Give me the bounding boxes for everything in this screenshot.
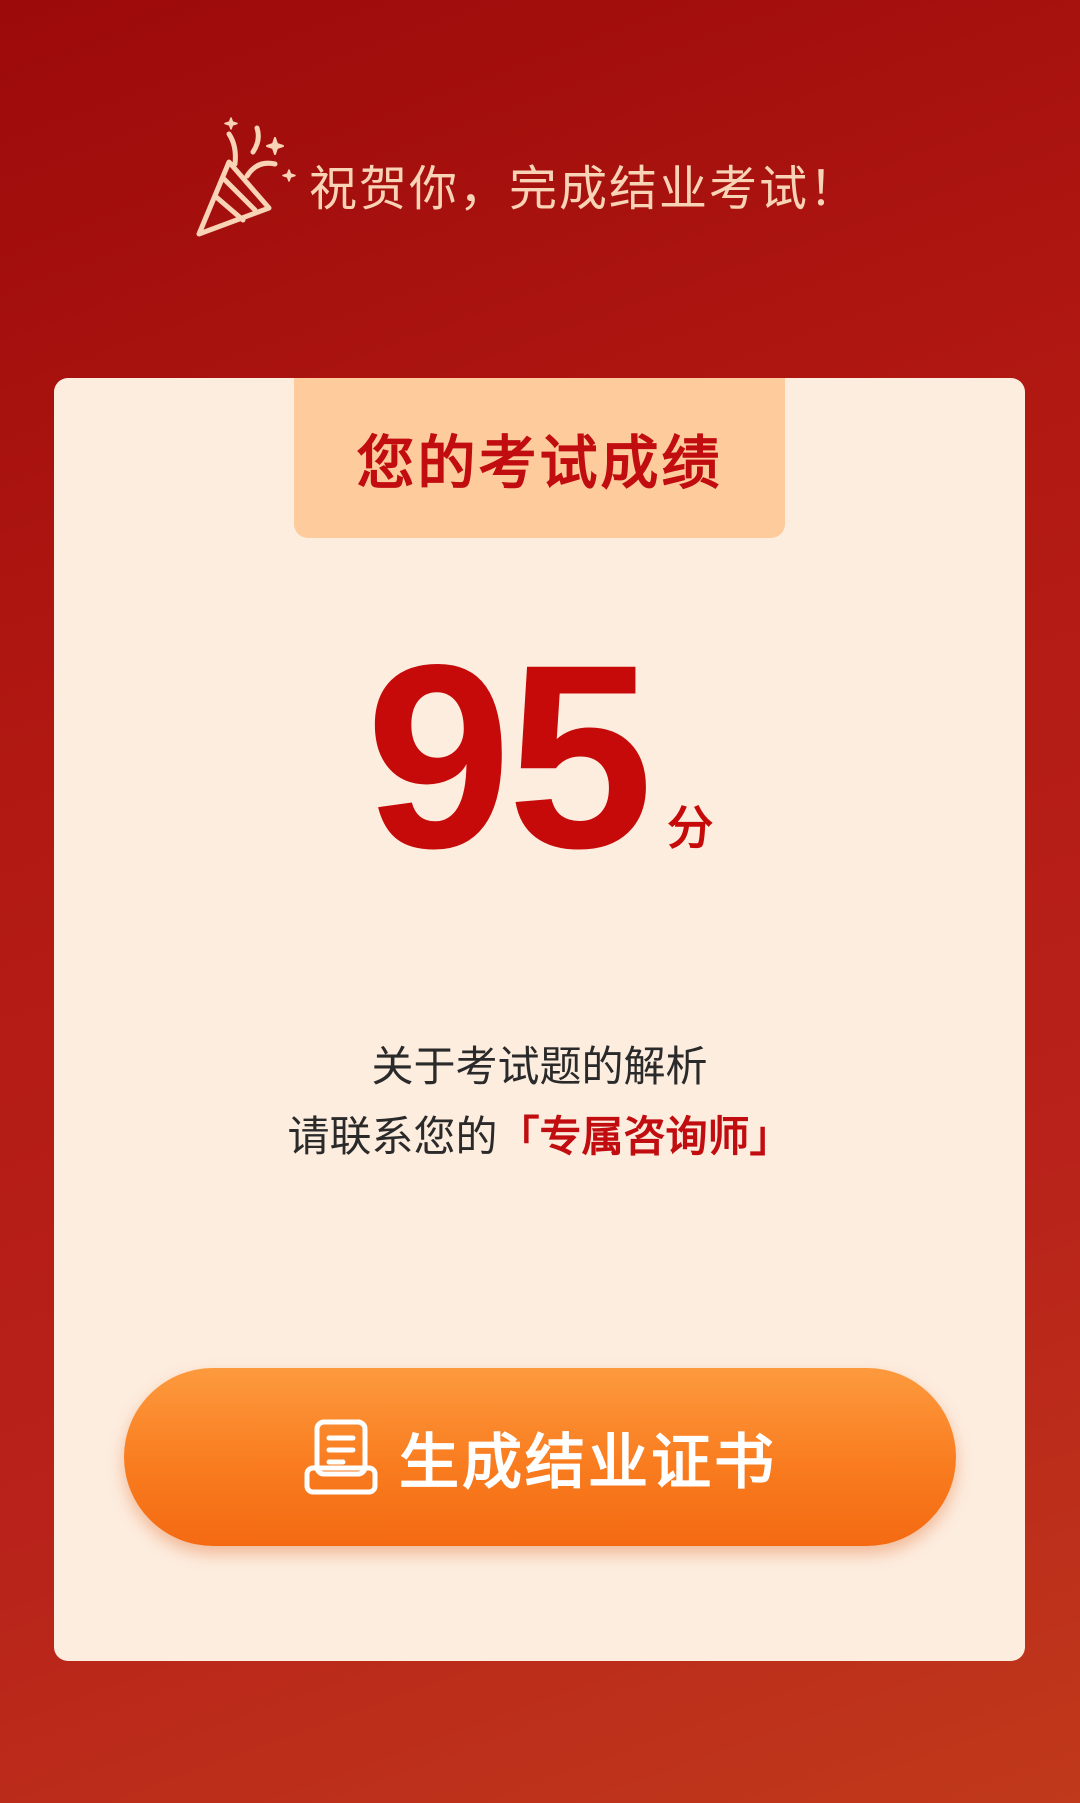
score-card-title: 您的考试成绩 [356, 429, 723, 497]
score-card: 您的考试成绩 95 分 关于考试题的解析 请联系您的「专属咨询师」 生成结业证书 [54, 378, 1025, 1661]
congrats-text: 祝贺你，完成结业考试！ [308, 161, 859, 217]
score-card-tab: 您的考试成绩 [294, 378, 785, 538]
generate-certificate-label: 生成结业证书 [399, 1427, 777, 1498]
congrats-header: 祝贺你，完成结业考试！ [0, 112, 1080, 242]
document-icon [304, 1419, 378, 1495]
score-unit: 分 [667, 801, 714, 855]
analysis-note-line2: 请联系您的「专属咨询师」 [54, 1103, 1025, 1164]
analysis-note-prefix: 请联系您的 [287, 1112, 498, 1161]
generate-certificate-button[interactable]: 生成结业证书 [124, 1368, 956, 1546]
score-value: 95 [365, 610, 653, 903]
consultant-link[interactable]: 「专属咨询师」 [498, 1112, 792, 1161]
party-popper-icon [196, 117, 296, 237]
analysis-note-line1: 关于考试题的解析 [371, 1042, 708, 1091]
score-display: 95 分 [54, 610, 1025, 903]
